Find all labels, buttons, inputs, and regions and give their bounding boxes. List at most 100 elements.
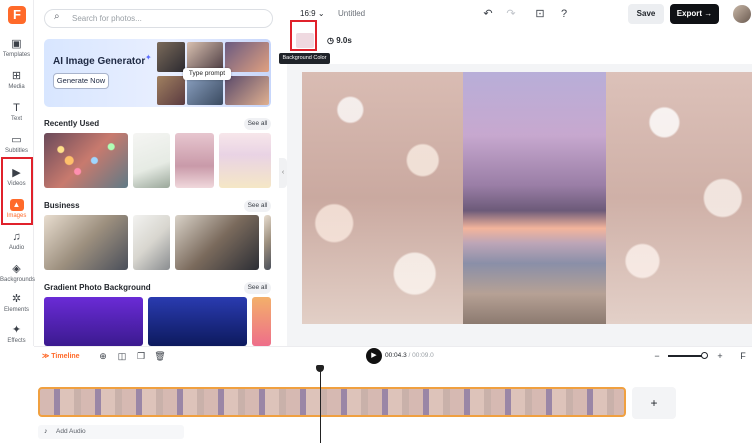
timeline-toolbar: ≫ Timeline ⊕ ◫ ❐ 🗑 ▶ 00:04.3 / 00:09.0 −… [34,346,752,365]
rail-item-label: Audio [8,245,25,251]
export-label: Export [676,9,703,18]
split-icon[interactable]: ◫ [116,350,128,362]
zoom-slider-handle[interactable] [701,352,708,359]
business-thumb[interactable] [44,215,128,270]
canvas-beach-sunset-image[interactable] [463,72,606,324]
rail-item-label: Text [10,116,22,122]
banner-photo [225,42,269,72]
rail-item-elements[interactable]: ✲ Elements [0,293,33,323]
rail-item-backgrounds[interactable]: ◈ Backgrounds [0,263,36,293]
rail-item-templates[interactable]: ▣ Templates [0,38,33,68]
rail-item-text[interactable]: T Text [0,102,33,132]
business-thumb[interactable] [133,215,170,270]
chevron-down-icon: ⌄ [317,9,325,18]
timeline-toggle[interactable]: ≫ Timeline [42,350,88,363]
templates-icon: ▣ [11,38,22,50]
rail-item-audio[interactable]: ♫ Audio [0,231,33,261]
zoom-in-icon[interactable]: + [714,350,726,362]
elements-icon: ✲ [11,293,22,305]
banner-photo [157,76,185,105]
gradient-thumb[interactable] [148,297,247,346]
avatar[interactable] [733,5,751,23]
recent-thumb[interactable] [219,133,271,188]
project-title[interactable]: Untitled [338,9,365,18]
subtitles-icon: ▭ [11,134,22,146]
save-button[interactable]: Save [628,4,664,24]
rail-item-media[interactable]: ⊞ Media [0,70,33,100]
business-thumb[interactable] [264,215,271,270]
business-thumb[interactable] [175,215,259,270]
aspect-ratio-value: 16:9 [300,9,316,18]
highlight-box-videos-images [1,157,33,225]
rail-item-effects[interactable]: ✦ Effects [0,324,33,346]
images-panel: Search for photos... ⌕ AI Image Generato… [35,0,279,346]
text-icon: T [13,102,20,114]
help-icon[interactable]: ? [557,7,571,21]
audio-icon: ♫ [12,231,21,243]
gradient-thumb[interactable] [44,297,143,346]
timeline-tracks: + ♪ Add Audio [34,365,752,443]
playhead-handle[interactable] [316,365,324,372]
delete-icon[interactable]: 🗑 [154,350,166,362]
ai-image-generator-banner[interactable]: AI Image Generator ✦ Generate Now Type p… [44,39,271,107]
undo-icon[interactable]: ↶ [481,7,495,21]
play-button[interactable]: ▶ [366,348,382,364]
duration-value: 9.0s [336,36,352,45]
duplicate-icon[interactable]: ❐ [135,350,147,362]
highlight-box-background-color [290,20,317,51]
section-title-recently-used: Recently Used [44,119,100,128]
canvas-area [287,64,752,346]
rail-item-label: Elements [3,307,29,313]
zoom-out-icon[interactable]: − [651,350,663,362]
recent-thumb[interactable] [44,133,128,188]
type-prompt-chip[interactable]: Type prompt [183,68,231,80]
rail-item-label: Templates [2,52,31,58]
rail-item-label: Subtitles [4,148,28,154]
see-all-recently-used[interactable]: See all [244,118,271,130]
timeline-clip[interactable] [38,387,626,417]
aspect-ratio-select[interactable]: 16:9 ⌄ [300,9,325,18]
banner-photo [157,42,185,72]
recent-thumb[interactable] [175,133,214,188]
total-time: / 00:09.0 [408,352,434,359]
canvas-background-bokeh-right [606,72,752,324]
screen-record-icon[interactable]: ⊡ [533,7,547,21]
recent-thumb[interactable] [133,133,170,188]
add-clip-button[interactable]: + [632,387,676,419]
rail-item-label: Backgrounds [0,277,36,283]
backgrounds-icon: ◈ [12,263,21,275]
time-display: 00:04.3 / 00:09.0 [385,352,434,359]
clock-icon: ◷ [327,36,334,45]
canvas-toolbar: ◷ 9.0s [287,30,752,52]
see-all-business[interactable]: See all [244,200,271,212]
search-input[interactable]: Search for photos... [44,9,273,28]
export-button[interactable]: Export → [670,4,719,24]
music-note-icon: ♪ [44,428,48,435]
arrow-right-icon: → [704,9,713,18]
background-color-tooltip: Background Color [279,53,330,64]
banner-photo [225,76,269,105]
timeline-icon: ≫ [42,353,50,360]
add-icon[interactable]: ⊕ [97,350,109,362]
gradient-thumb[interactable] [252,297,271,346]
generate-now-button[interactable]: Generate Now [53,73,109,89]
duration-control[interactable]: ◷ 9.0s [327,36,352,45]
add-audio-button[interactable]: ♪ Add Audio [38,425,184,439]
see-all-gradient[interactable]: See all [244,282,271,294]
playhead[interactable] [320,367,321,443]
fit-icon[interactable]: F [737,350,749,362]
add-audio-label: Add Audio [56,428,86,435]
current-time: 00:04.3 [385,352,407,359]
section-title-business: Business [44,201,80,210]
rail-item-label: Effects [7,338,26,344]
section-title-gradient: Gradient Photo Background [44,283,151,292]
search-icon: ⌕ [54,11,60,22]
redo-icon[interactable]: ↷ [504,7,518,21]
timeline-label: Timeline [51,353,80,360]
app-logo[interactable]: F [8,6,26,24]
collapse-panel-handle[interactable]: ‹ [279,158,287,188]
top-bar: 16:9 ⌄ Untitled ↶ ↷ ⊡ ? Save Export → [287,0,752,30]
canvas-background-bokeh-left [302,72,463,324]
rail-item-label: Media [8,84,25,90]
video-canvas[interactable] [302,72,752,324]
